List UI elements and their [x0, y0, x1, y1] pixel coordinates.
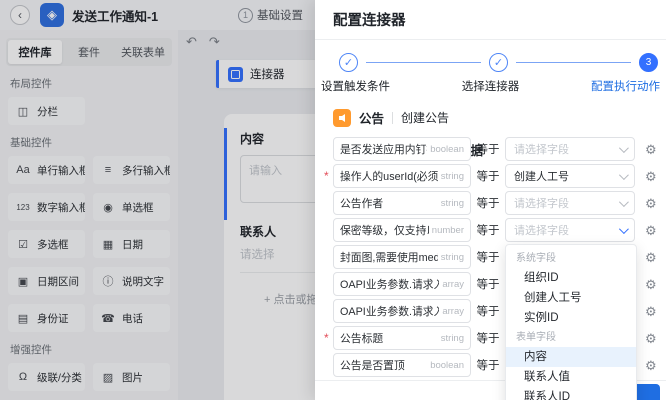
- field-value-select[interactable]: 请选择字段: [505, 137, 635, 161]
- field-label-box[interactable]: OAPI业务参数.请求入参.入参.接...array: [333, 272, 471, 296]
- field-value-select[interactable]: 请选择字段: [505, 191, 635, 215]
- step-label-configure-action[interactable]: 配置执行动作: [591, 78, 660, 94]
- field-type-tag: string: [440, 170, 464, 182]
- step2-check-icon: ✓: [489, 53, 508, 72]
- dropdown-group-system-fields: 系统字段: [516, 253, 556, 264]
- field-type-tag: number: [431, 224, 464, 236]
- field-value-select-focused[interactable]: 请选择字段: [505, 218, 635, 242]
- gear-icon[interactable]: ⚙: [645, 359, 657, 372]
- app-window: ‹ ◈ 发送工作通知-1 1 基础设置 2 表单 控件库 套件 关联表单 布局控…: [0, 0, 666, 400]
- field-label-box[interactable]: 操作人的userId(必须是公告管...string: [333, 164, 471, 188]
- chevron-down-icon: [618, 169, 629, 180]
- gear-icon[interactable]: ⚙: [645, 197, 657, 210]
- field-label-box[interactable]: 是否发送应用内钉提醒boolean: [333, 137, 471, 161]
- step-label-trigger[interactable]: 设置触发条件: [321, 78, 390, 94]
- dim-overlay: [0, 0, 315, 400]
- vertical-divider: [392, 111, 394, 124]
- gear-icon[interactable]: ⚙: [645, 143, 657, 156]
- stepper-line: [366, 61, 481, 64]
- field-type-tag: string: [440, 332, 464, 344]
- field-type-tag: boolean: [430, 143, 464, 155]
- field-picker-dropdown: 系统字段 组织ID 创建人工号 实例ID 表单字段 内容 联系人值 联系人ID: [505, 244, 637, 400]
- dropdown-option-creator-id[interactable]: 创建人工号: [506, 288, 636, 308]
- equals-label: 等于: [476, 198, 500, 210]
- equals-label: 等于: [476, 279, 500, 291]
- field-type-tag: string: [440, 197, 464, 209]
- equals-label: 等于: [476, 333, 500, 345]
- step3-number-icon: 3: [639, 53, 658, 72]
- chevron-down-icon: [618, 196, 629, 207]
- field-label-box[interactable]: 公告作者 string: [333, 191, 471, 215]
- gear-icon[interactable]: ⚙: [645, 278, 657, 291]
- gear-icon[interactable]: ⚙: [645, 224, 657, 237]
- field-value-select[interactable]: 创建人工号: [505, 164, 635, 188]
- field-label-box[interactable]: 公告是否置顶 boolean: [333, 353, 471, 377]
- field-type-tag: string: [440, 251, 464, 263]
- equals-label: 等于: [476, 252, 500, 264]
- field-label-box[interactable]: 公告标题string: [333, 326, 471, 350]
- equals-label: 等于: [476, 306, 500, 318]
- connector-app-row: 公告 创建公告: [315, 94, 666, 127]
- step-label-select-connector[interactable]: 选择连接器: [462, 78, 520, 94]
- connector-app-name: 公告: [359, 112, 385, 126]
- field-row-operator-userid: 操作人的userId(必须是公告管...string 等于 创建人工号 ⚙: [324, 164, 660, 188]
- equals-label: 等于: [476, 225, 500, 237]
- stepper-line: [516, 61, 631, 64]
- gear-icon[interactable]: ⚙: [645, 170, 657, 183]
- field-label-box[interactable]: 保密等级，仅支持以下值(0:普...number: [333, 218, 471, 242]
- wizard-stepper: ✓ ✓ 3: [315, 40, 666, 72]
- equals-label: 等于: [476, 360, 500, 372]
- panel-title: 配置连接器: [333, 13, 406, 29]
- dropdown-option-contact-value[interactable]: 联系人值: [506, 367, 636, 387]
- field-row-secrecy-level: 保密等级，仅支持以下值(0:普...number 等于 请选择字段 ⚙: [333, 218, 660, 242]
- equals-label: 等于: [476, 144, 500, 156]
- field-row-ding-reminder: 是否发送应用内钉提醒boolean 等于 请选择字段 ⚙: [333, 137, 660, 161]
- chevron-down-icon: [618, 142, 629, 153]
- chevron-down-icon: [618, 223, 629, 234]
- gear-icon[interactable]: ⚙: [645, 251, 657, 264]
- field-label-box[interactable]: 封面图,需要使用mediaId,可以...string: [333, 245, 471, 269]
- gear-icon[interactable]: ⚙: [645, 305, 657, 318]
- announcement-app-icon: [333, 108, 351, 127]
- dropdown-group-form-fields: 表单字段: [516, 332, 556, 343]
- equals-label: 等于: [476, 171, 500, 183]
- field-type-tag: boolean: [430, 359, 464, 371]
- connector-action-name: 创建公告: [401, 111, 450, 125]
- step1-check-icon: ✓: [339, 53, 358, 72]
- field-type-tag: array: [442, 305, 464, 317]
- dropdown-option-instance-id[interactable]: 实例ID: [506, 308, 636, 328]
- field-row-author: 公告作者 string 等于 请选择字段 ⚙: [333, 191, 660, 215]
- dropdown-option-org-id[interactable]: 组织ID: [506, 268, 636, 288]
- configure-connector-panel: 配置连接器 ✓ ✓ 3 设置触发条件 选择连接器 配置执行动作 公告 创建公告 …: [315, 0, 666, 400]
- field-label-box[interactable]: OAPI业务参数.请求入参.入参.接...array: [333, 299, 471, 323]
- dropdown-option-content[interactable]: 内容: [506, 347, 636, 367]
- field-type-tag: array: [442, 278, 464, 290]
- dropdown-option-contact-id[interactable]: 联系人ID: [506, 387, 636, 400]
- gear-icon[interactable]: ⚙: [645, 332, 657, 345]
- wizard-step-labels: 设置触发条件 选择连接器 配置执行动作: [315, 72, 666, 94]
